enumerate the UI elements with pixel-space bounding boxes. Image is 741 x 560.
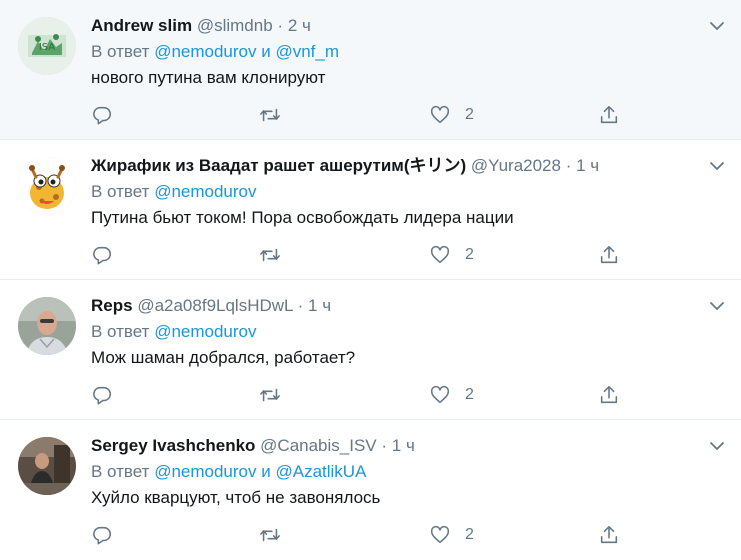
like-count: 2 — [465, 106, 474, 123]
tweet-text: нового путина вам клонируют — [91, 68, 326, 87]
retweet-button[interactable] — [259, 382, 281, 408]
retweet-button[interactable] — [259, 242, 281, 268]
avatar[interactable] — [18, 297, 76, 355]
reply-icon — [93, 526, 112, 545]
share-button[interactable] — [598, 102, 620, 128]
reply-context: В ответ @nemodurov и @vnf_m — [91, 40, 701, 64]
reply-context: В ответ @nemodurov — [91, 320, 701, 344]
separator: · — [297, 296, 304, 315]
mention-link[interactable]: @nemodurov — [154, 462, 256, 481]
heart-icon — [430, 385, 450, 404]
author-name[interactable]: Andrew slim — [91, 16, 192, 35]
reply-context: В ответ @nemodurov и @AzatlikUA — [91, 460, 701, 484]
retweet-icon — [260, 108, 280, 122]
heart-icon — [430, 105, 450, 124]
like-button[interactable]: 2 — [429, 102, 474, 128]
mention-link[interactable]: @nemodurov — [154, 322, 256, 341]
reply-prefix: В ответ — [91, 182, 150, 201]
reply-prefix: В ответ — [91, 42, 150, 61]
share-icon — [600, 385, 618, 404]
reply-icon — [93, 246, 112, 265]
timestamp[interactable]: 2 ч — [288, 16, 311, 35]
author-handle[interactable]: @slimdnb — [197, 16, 273, 35]
heart-icon — [430, 245, 450, 264]
tweet-content: Sergey Ivashchenko @Canabis_ISV · 1 ч В … — [91, 434, 701, 510]
mention-link[interactable]: @AzatlikUA — [275, 462, 366, 481]
avatar[interactable] — [18, 157, 76, 215]
tweet-actions: 2 — [0, 382, 741, 408]
retweet-icon — [260, 248, 280, 262]
chevron-down-icon[interactable] — [709, 18, 725, 34]
tweet-feed: ISA Andrew slim @slimdnb · 2 ч В ответ @… — [0, 0, 741, 560]
share-icon — [600, 105, 618, 124]
heart-icon — [430, 525, 450, 544]
reply-button[interactable] — [91, 102, 113, 128]
tweet-text: Мож шаман добрался, работает? — [91, 348, 356, 367]
tweet-actions: 2 — [0, 102, 741, 128]
author-handle[interactable]: @a2a08f9LqlsHDwL — [137, 296, 293, 315]
retweet-button[interactable] — [259, 522, 281, 548]
tweet-content: Жирафик из Ваадат рашет ашерутим(キリン) @Y… — [91, 154, 701, 230]
tweet-actions: 2 — [0, 242, 741, 268]
chevron-down-icon[interactable] — [709, 438, 725, 454]
retweet-button[interactable] — [259, 102, 281, 128]
share-button[interactable] — [598, 382, 620, 408]
author-name[interactable]: Sergey Ivashchenko — [91, 436, 255, 455]
separator: · — [277, 16, 284, 35]
author-handle[interactable]: @Canabis_ISV — [260, 436, 377, 455]
avatar[interactable] — [18, 437, 76, 495]
tweet[interactable]: Жирафик из Ваадат рашет ашерутим(キリン) @Y… — [0, 140, 741, 280]
tweet-actions: 2 — [0, 522, 741, 548]
like-button[interactable]: 2 — [429, 242, 474, 268]
reply-prefix: В ответ — [91, 322, 150, 341]
avatar[interactable]: ISA — [18, 17, 76, 75]
separator: · — [381, 436, 388, 455]
tweet-content: Reps @a2a08f9LqlsHDwL · 1 ч В ответ @nem… — [91, 294, 701, 370]
mention-link[interactable]: @nemodurov — [154, 182, 256, 201]
mention-link[interactable]: @vnf_m — [275, 42, 339, 61]
reply-joiner: и — [261, 42, 271, 61]
like-button[interactable]: 2 — [429, 382, 474, 408]
chevron-down-icon[interactable] — [709, 298, 725, 314]
reply-button[interactable] — [91, 382, 113, 408]
reply-button[interactable] — [91, 522, 113, 548]
tweet[interactable]: Sergey Ivashchenko @Canabis_ISV · 1 ч В … — [0, 420, 741, 560]
reply-button[interactable] — [91, 242, 113, 268]
tweet[interactable]: ISA Andrew slim @slimdnb · 2 ч В ответ @… — [0, 0, 741, 140]
share-icon — [600, 245, 618, 264]
reply-context: В ответ @nemodurov — [91, 180, 701, 204]
share-icon — [600, 525, 618, 544]
timestamp[interactable]: 1 ч — [392, 436, 415, 455]
reply-icon — [93, 106, 112, 125]
mention-link[interactable]: @nemodurov — [154, 42, 256, 61]
tweet-header: Жирафик из Ваадат рашет ашерутим(キリン) @Y… — [91, 154, 701, 178]
author-name[interactable]: Жирафик из Ваадат рашет ашерутим(キリン) — [91, 156, 466, 175]
tweet-header: Sergey Ivashchenko @Canabis_ISV · 1 ч — [91, 434, 701, 458]
like-count: 2 — [465, 246, 474, 263]
share-button[interactable] — [598, 522, 620, 548]
tweet-header: Reps @a2a08f9LqlsHDwL · 1 ч — [91, 294, 701, 318]
retweet-icon — [260, 388, 280, 402]
svg-text:ISA: ISA — [39, 42, 55, 53]
retweet-icon — [260, 528, 280, 542]
like-count: 2 — [465, 386, 474, 403]
tweet[interactable]: Reps @a2a08f9LqlsHDwL · 1 ч В ответ @nem… — [0, 280, 741, 420]
chevron-down-icon[interactable] — [709, 158, 725, 174]
reply-prefix: В ответ — [91, 462, 150, 481]
timestamp[interactable]: 1 ч — [308, 296, 331, 315]
author-handle[interactable]: @Yura2028 — [471, 156, 561, 175]
tweet-header: Andrew slim @slimdnb · 2 ч — [91, 14, 701, 38]
timestamp[interactable]: 1 ч — [576, 156, 599, 175]
tweet-text: Хуйло кварцуют, чтоб не завонялось — [91, 488, 381, 507]
tweet-text: Путина бьют током! Пора освобождать лиде… — [91, 208, 514, 227]
author-name[interactable]: Reps — [91, 296, 133, 315]
share-button[interactable] — [598, 242, 620, 268]
tweet-content: Andrew slim @slimdnb · 2 ч В ответ @nemo… — [91, 14, 701, 90]
reply-icon — [93, 386, 112, 405]
like-button[interactable]: 2 — [429, 522, 474, 548]
separator: · — [565, 156, 572, 175]
reply-joiner: и — [261, 462, 271, 481]
like-count: 2 — [465, 526, 474, 543]
